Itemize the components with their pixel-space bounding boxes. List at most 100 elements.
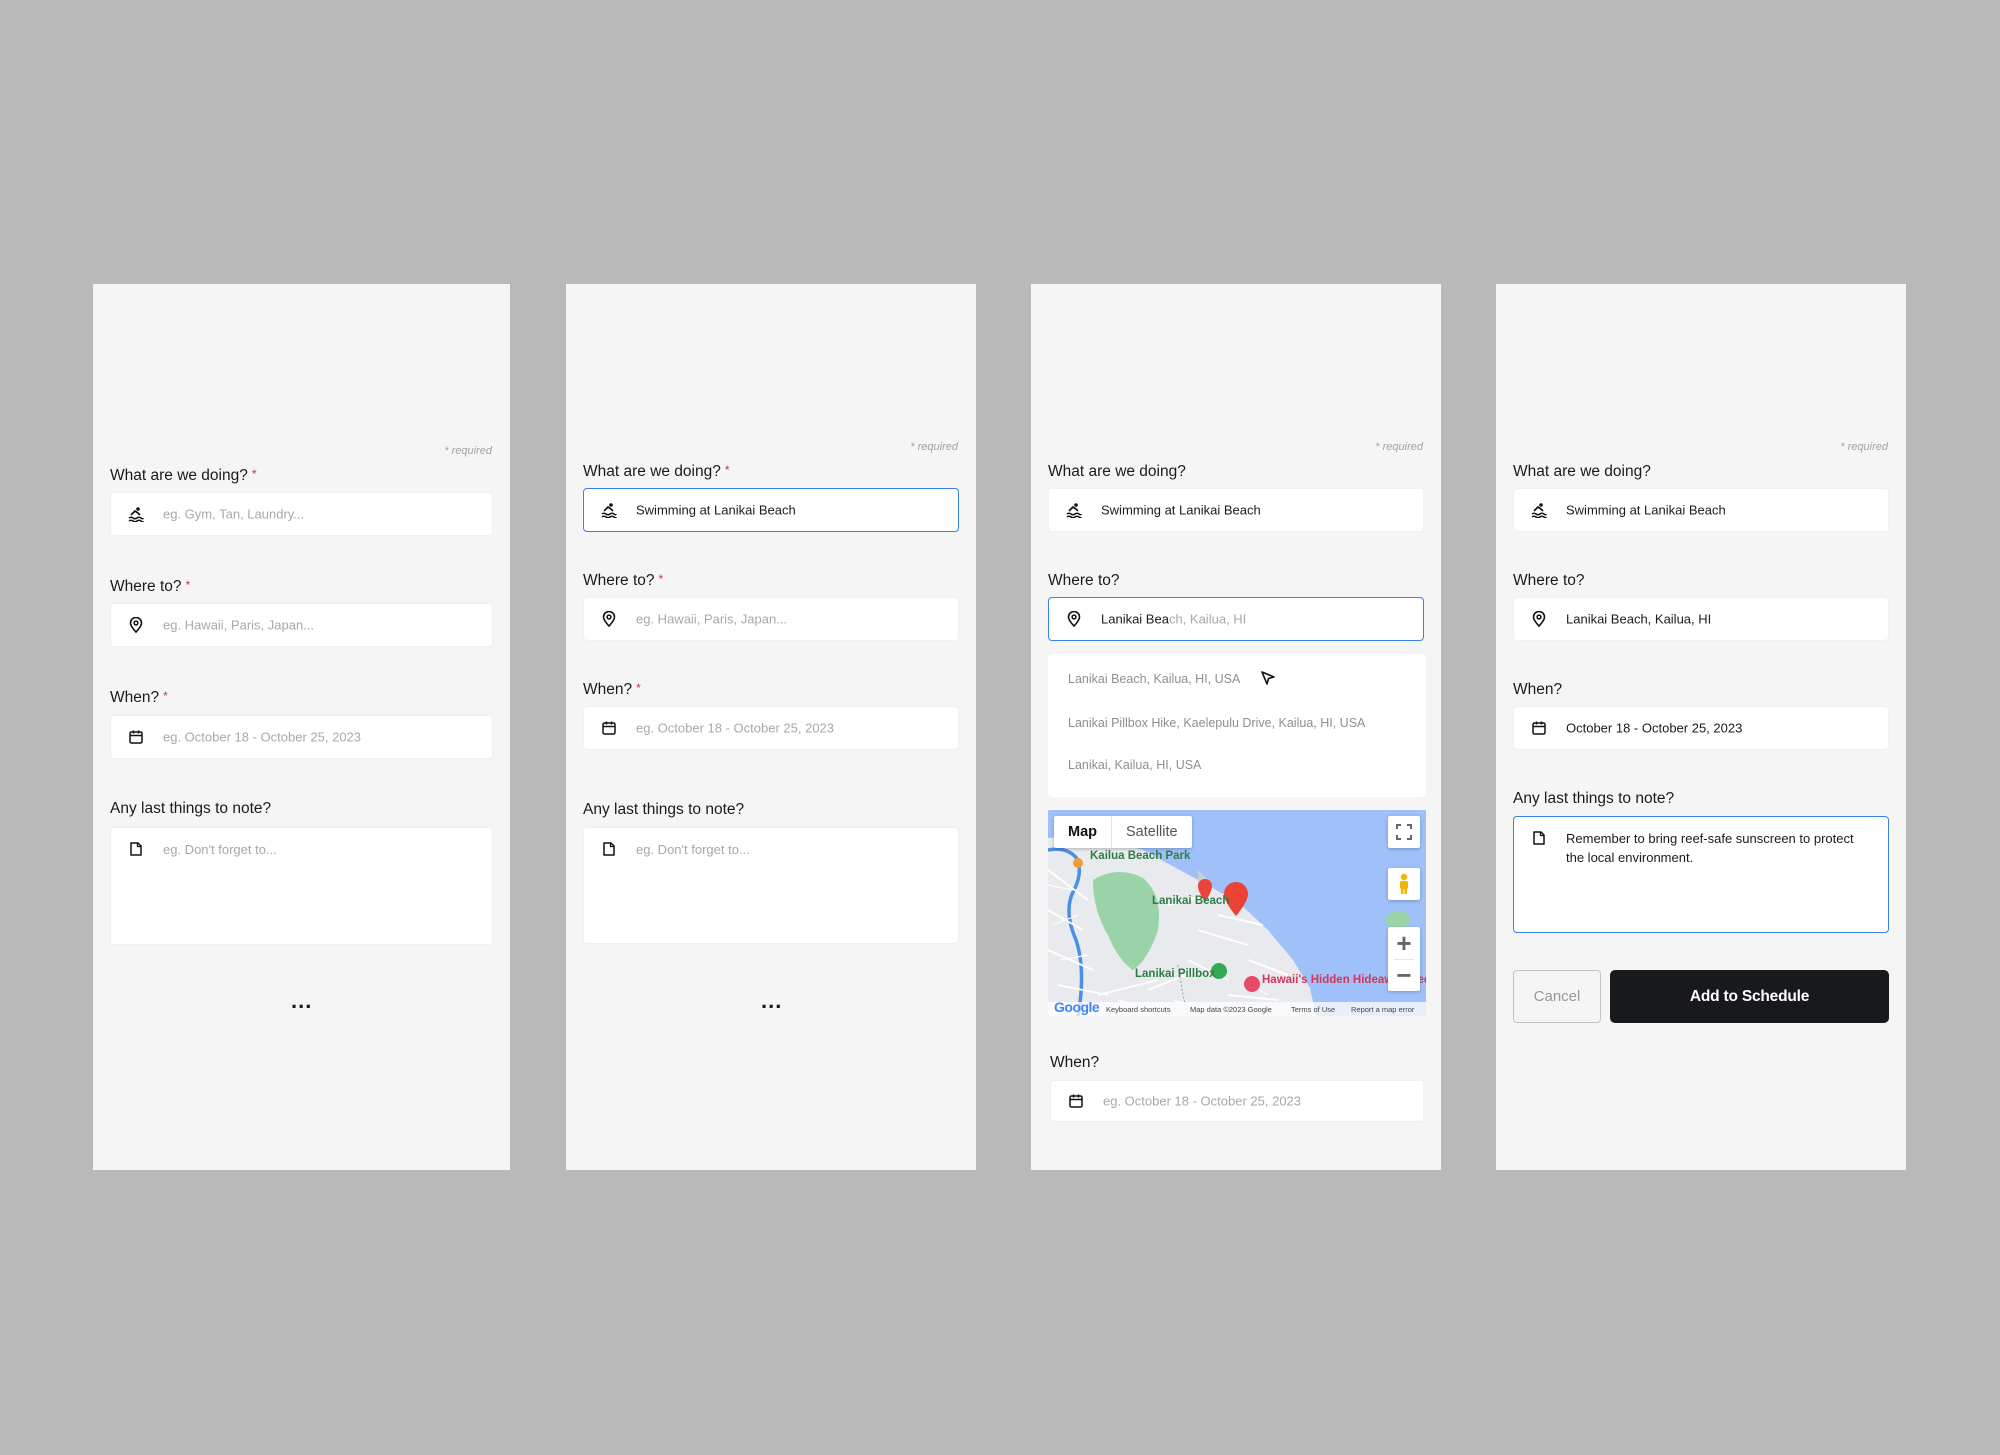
calendar-icon (600, 719, 618, 737)
note-placeholder: eg. Don't forget to... (636, 842, 750, 857)
suggestion-item[interactable]: Lanikai Beach, Kailua, HI, USA (1068, 672, 1240, 686)
required-note: * required (1375, 441, 1423, 453)
where-autocomplete-hint: ch, Kailua, HI (1168, 611, 1247, 627)
where-input[interactable]: Lanikai Beach, Kailua, HI (1513, 597, 1889, 641)
where-label: Where to? * (583, 572, 664, 589)
doing-value: Swimming at Lanikai Beach (636, 502, 796, 518)
note-placeholder: eg. Don't forget to... (163, 842, 277, 857)
map-label-poi: Hawaii's Hidden Hideaway Bed &... (1262, 974, 1426, 986)
when-input[interactable]: October 18 - October 25, 2023 (1513, 706, 1889, 750)
required-mark: * (163, 689, 168, 703)
zoom-out-button[interactable]: − (1388, 959, 1420, 991)
location-map[interactable]: Kailua Beach Park Lanikai Beach Lanikai … (1048, 810, 1426, 1016)
note-textarea[interactable]: eg. Don't forget to... (583, 827, 959, 944)
note-icon (127, 840, 145, 858)
map-type-tabs: Map Satellite (1054, 816, 1192, 848)
form-screen-doing-filled: * required What are we doing? * Swimming … (566, 284, 976, 1170)
when-input[interactable]: eg. October 18 - October 25, 2023 (1050, 1080, 1424, 1122)
required-note: * required (910, 441, 958, 453)
pegman-icon (1400, 873, 1408, 894)
when-placeholder: eg. October 18 - October 25, 2023 (163, 729, 362, 745)
swimmer-icon (127, 505, 145, 523)
suggestion-item[interactable]: Lanikai, Kailua, HI, USA (1068, 758, 1201, 772)
zoom-in-button[interactable]: + (1388, 927, 1420, 959)
where-input[interactable]: Lanikai Beach, Kailua, HI (1048, 597, 1424, 641)
where-input[interactable]: eg. Hawaii, Paris, Japan... (110, 603, 493, 647)
map-label-park: Kailua Beach Park (1090, 850, 1191, 862)
suggestion-item[interactable]: Lanikai Pillbox Hike, Kaelepulu Drive, K… (1068, 716, 1365, 730)
map-pin-icon (600, 610, 618, 628)
cursor-icon (1261, 671, 1275, 685)
note-icon (1530, 829, 1548, 847)
when-label: When? * (110, 689, 168, 706)
more-indicator: ... (761, 988, 783, 1013)
where-typed-text: Lanikai Bea (1101, 611, 1169, 627)
when-label: When? * (583, 681, 641, 698)
doing-value: Swimming at Lanikai Beach (1566, 502, 1726, 518)
cancel-button[interactable]: Cancel (1513, 970, 1601, 1023)
map-label-pillbox: Lanikai Pillbox (1135, 968, 1216, 980)
when-input[interactable]: eg. October 18 - October 25, 2023 (583, 706, 959, 750)
doing-input[interactable]: Swimming at Lanikai Beach (583, 488, 959, 532)
doing-value: Swimming at Lanikai Beach (1101, 502, 1261, 518)
required-mark: * (658, 572, 664, 586)
note-label: Any last things to note? (1513, 790, 1675, 807)
when-placeholder: eg. October 18 - October 25, 2023 (1103, 1093, 1302, 1109)
required-mark: * (636, 681, 641, 695)
map-data-credit: Map data ©2023 Google (1190, 1005, 1272, 1014)
doing-label: What are we doing? * (583, 463, 730, 480)
note-label: Any last things to note? (583, 801, 745, 818)
note-label: Any last things to note? (110, 800, 272, 817)
where-input[interactable]: eg. Hawaii, Paris, Japan... (583, 597, 959, 641)
terms-link[interactable]: Terms of Use (1291, 1005, 1335, 1014)
location-suggestions: Lanikai Beach, Kailua, HI, USA Lanikai P… (1048, 654, 1426, 797)
map-pin-icon (1065, 610, 1083, 628)
when-input[interactable]: eg. October 18 - October 25, 2023 (110, 715, 493, 759)
swimmer-icon (1530, 501, 1548, 519)
note-textarea[interactable]: eg. Don't forget to... (110, 827, 493, 945)
keyboard-shortcuts-link[interactable]: Keyboard shortcuts (1106, 1005, 1171, 1014)
where-label: Where to? (1048, 572, 1120, 589)
doing-input[interactable]: eg. Gym, Tan, Laundry... (110, 492, 493, 536)
report-error-link[interactable]: Report a map error (1351, 1005, 1414, 1014)
when-placeholder: eg. October 18 - October 25, 2023 (636, 720, 835, 736)
where-typed-value: Lanikai Beach, Kailua, HI (1101, 612, 1246, 627)
note-textarea[interactable]: Remember to bring reef-safe sunscreen to… (1513, 816, 1889, 933)
required-mark: * (251, 467, 257, 481)
street-view-button[interactable] (1388, 868, 1420, 900)
calendar-icon (127, 728, 145, 746)
doing-label: What are we doing? (1048, 463, 1186, 480)
map-tab-map[interactable]: Map (1054, 816, 1111, 848)
required-mark: * (724, 463, 730, 477)
when-label: When? (1513, 681, 1563, 698)
where-placeholder: eg. Hawaii, Paris, Japan... (636, 611, 788, 627)
map-tab-satellite[interactable]: Satellite (1111, 816, 1192, 848)
required-note: * required (444, 445, 492, 457)
fullscreen-icon (1396, 824, 1412, 840)
where-placeholder: eg. Hawaii, Paris, Japan... (163, 617, 315, 633)
when-label: When? (1050, 1054, 1100, 1071)
required-mark: * (185, 578, 191, 592)
note-icon (600, 840, 618, 858)
doing-input[interactable]: Swimming at Lanikai Beach (1048, 488, 1424, 532)
where-label: Where to? * (110, 578, 191, 595)
swimmer-icon (600, 501, 618, 519)
zoom-controls: + − (1388, 927, 1420, 991)
calendar-icon (1530, 719, 1548, 737)
doing-label: What are we doing? * (110, 467, 257, 484)
map-pin-icon (127, 616, 145, 634)
map-footer: Keyboard shortcuts Map data ©2023 Google… (1048, 1002, 1426, 1016)
note-value: Remember to bring reef-safe sunscreen to… (1566, 831, 1854, 865)
form-screen-empty: * required What are we doing? * eg. Gym, … (93, 284, 510, 1170)
add-to-schedule-button[interactable]: Add to Schedule (1610, 970, 1889, 1023)
more-indicator: ... (291, 988, 313, 1013)
swimmer-icon (1065, 501, 1083, 519)
required-note: * required (1840, 441, 1888, 453)
doing-input[interactable]: Swimming at Lanikai Beach (1513, 488, 1889, 532)
form-screen-complete: * required What are we doing? Swimming a… (1496, 284, 1906, 1170)
fullscreen-button[interactable] (1388, 816, 1420, 848)
map-label-beach: Lanikai Beach (1152, 895, 1230, 907)
google-logo-text: Google (1054, 999, 1100, 1015)
when-value: October 18 - October 25, 2023 (1566, 720, 1743, 736)
form-screen-location-search: * required What are we doing? Swimming a… (1031, 284, 1441, 1170)
